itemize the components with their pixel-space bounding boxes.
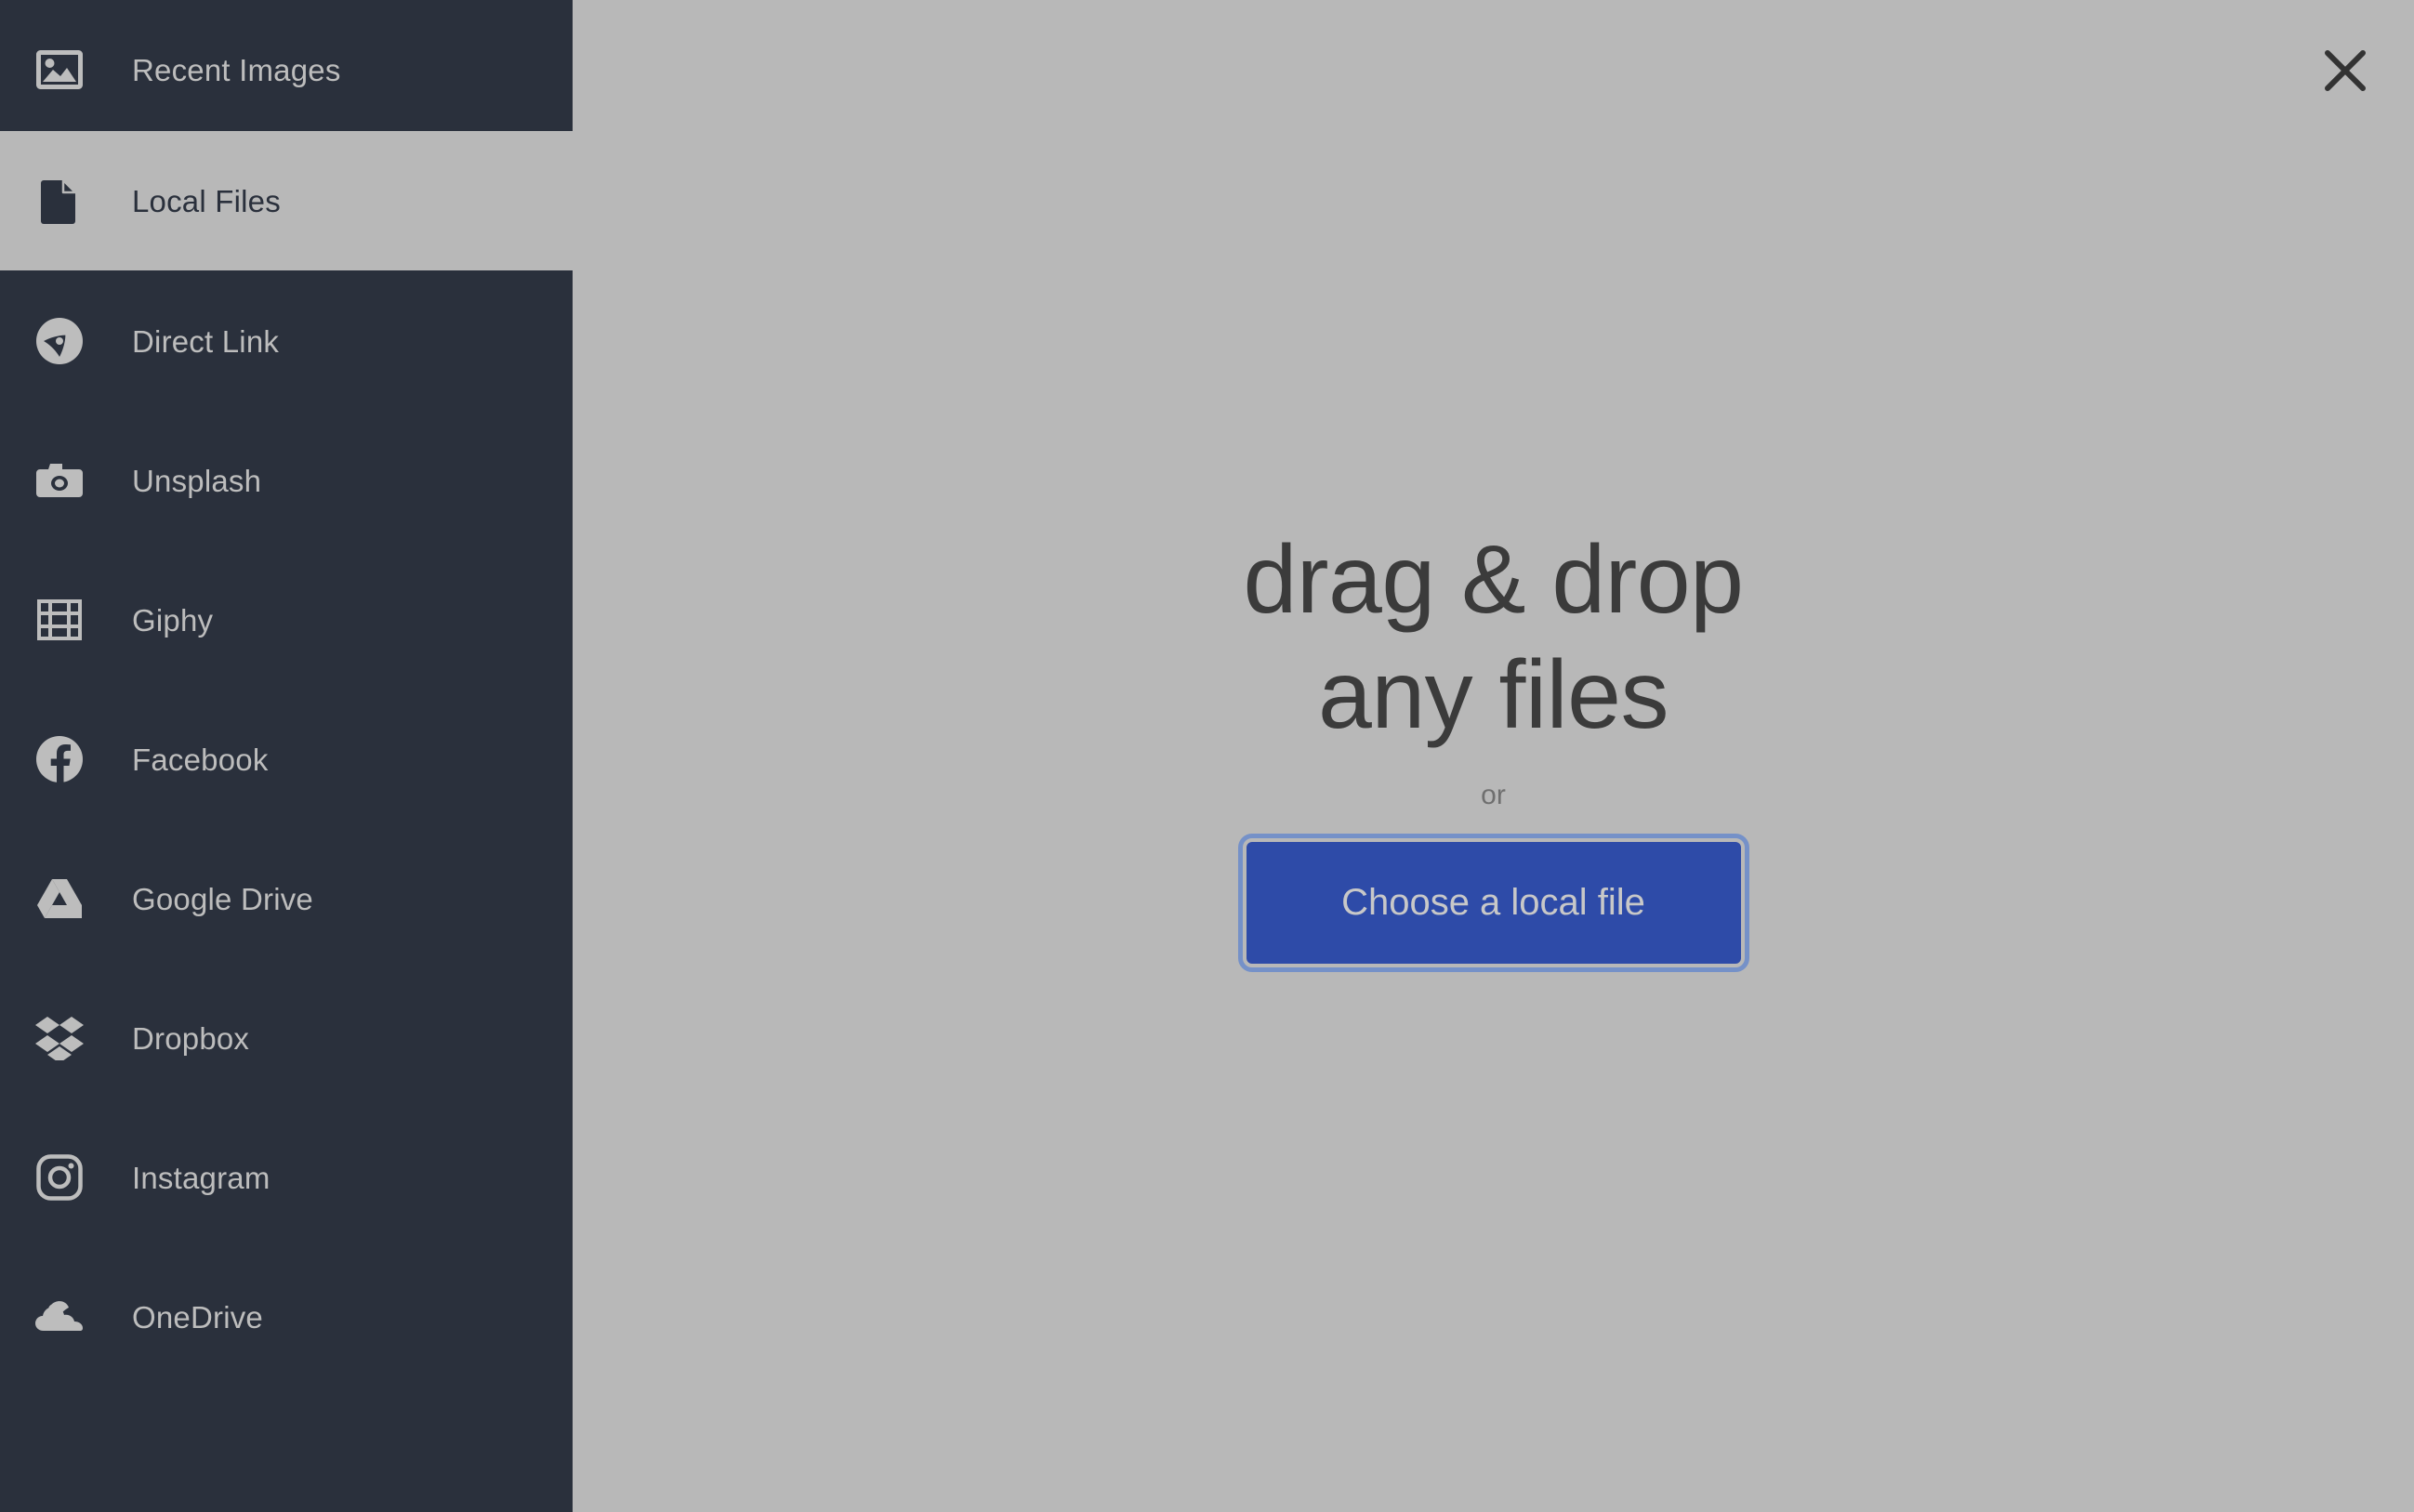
upload-panel: drag & drop any files or Choose a local … xyxy=(573,0,2414,1512)
sidebar-item-label: Direct Link xyxy=(132,323,280,359)
sidebar-item-label: Google Drive xyxy=(132,881,313,916)
sidebar-item-label: Unsplash xyxy=(132,463,262,498)
sidebar-item-recent-images[interactable]: Recent Images xyxy=(0,0,573,139)
sidebar-item-label: OneDrive xyxy=(132,1299,263,1335)
sidebar-item-label: Local Files xyxy=(132,183,281,218)
sidebar-item-facebook[interactable]: Facebook xyxy=(0,690,573,829)
file-picker-dialog: Recent Images Local Files Direct Link Un… xyxy=(0,0,2414,1512)
sidebar-item-label: Recent Images xyxy=(132,52,341,87)
drop-heading: drag & drop any files xyxy=(1243,526,1744,749)
film-strip-icon xyxy=(35,596,84,644)
sidebar-item-label: Dropbox xyxy=(132,1020,250,1056)
sidebar-item-label: Giphy xyxy=(132,602,214,638)
sidebar-item-unsplash[interactable]: Unsplash xyxy=(0,411,573,550)
sidebar-item-dropbox[interactable]: Dropbox xyxy=(0,968,573,1108)
or-separator-label: or xyxy=(1481,779,1506,810)
document-icon xyxy=(35,177,84,225)
sidebar-item-label: Facebook xyxy=(132,742,269,777)
link-compass-icon xyxy=(35,317,84,365)
dropbox-icon xyxy=(35,1014,84,1062)
sidebar-item-google-drive[interactable]: Google Drive xyxy=(0,829,573,968)
sidebar-item-direct-link[interactable]: Direct Link xyxy=(0,271,573,411)
sidebar-item-giphy[interactable]: Giphy xyxy=(0,550,573,690)
choose-local-file-button[interactable]: Choose a local file xyxy=(1237,833,1749,972)
sidebar-item-onedrive[interactable]: OneDrive xyxy=(0,1247,573,1387)
sidebar-item-instagram[interactable]: Instagram xyxy=(0,1108,573,1247)
source-sidebar: Recent Images Local Files Direct Link Un… xyxy=(0,0,573,1512)
drop-zone[interactable]: drag & drop any files or Choose a local … xyxy=(573,0,2414,1512)
sidebar-item-label: Instagram xyxy=(132,1160,270,1195)
image-icon xyxy=(35,46,84,94)
facebook-icon xyxy=(35,735,84,783)
google-drive-icon xyxy=(35,874,84,923)
sidebar-item-local-files[interactable]: Local Files xyxy=(0,131,573,270)
camera-icon xyxy=(35,456,84,505)
onedrive-icon xyxy=(35,1293,84,1341)
instagram-icon xyxy=(35,1153,84,1202)
